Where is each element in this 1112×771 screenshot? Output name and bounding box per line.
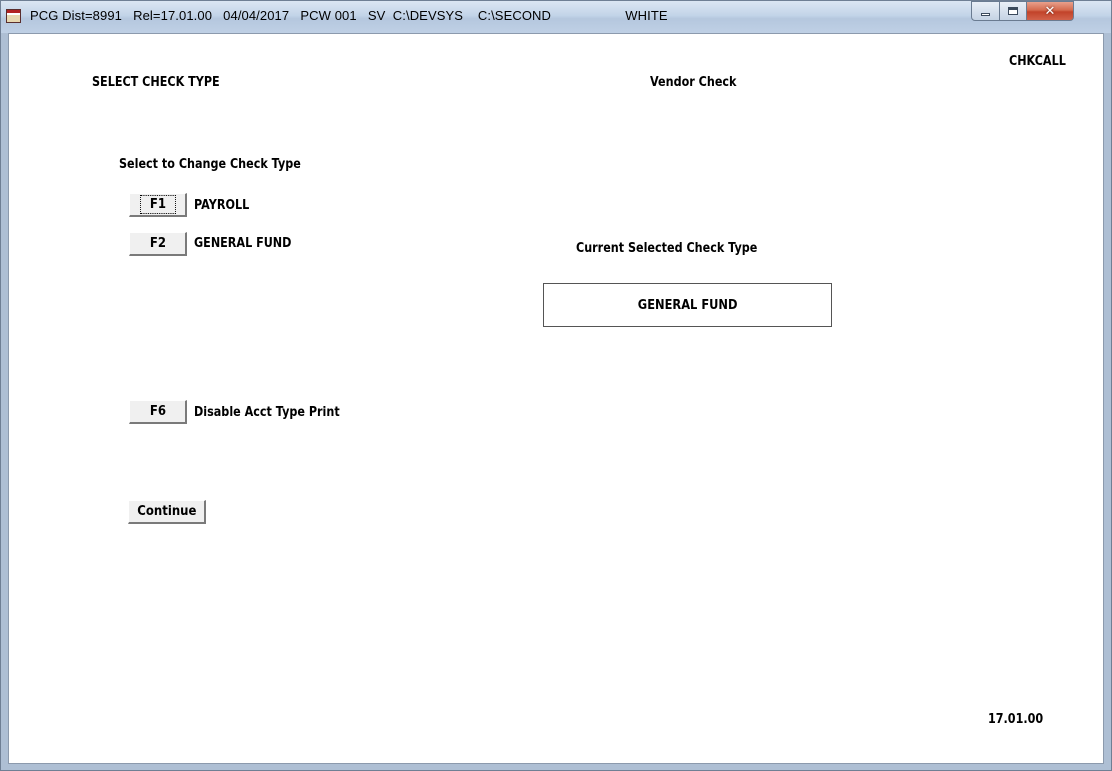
program-id: CHKCALL: [1009, 54, 1066, 69]
disable-acct-type-label: Disable Acct Type Print: [194, 405, 340, 420]
f2-button[interactable]: F2: [129, 232, 187, 256]
title-bar[interactable]: PCG Dist=8991 Rel=17.01.00 04/04/2017 PC…: [1, 1, 1111, 33]
application-window: PCG Dist=8991 Rel=17.01.00 04/04/2017 PC…: [0, 0, 1112, 771]
current-type-label: Current Selected Check Type: [576, 241, 758, 256]
screen-heading: SELECT CHECK TYPE: [92, 75, 220, 90]
window-title: PCG Dist=8991 Rel=17.01.00 04/04/2017 PC…: [30, 8, 668, 23]
continue-button[interactable]: Continue: [128, 500, 206, 524]
form-area: SELECT CHECK TYPE Vendor Check CHKCALL S…: [8, 33, 1104, 764]
current-type-display: GENERAL FUND: [543, 283, 832, 327]
f2-key-label: F2: [149, 236, 166, 251]
minimize-button[interactable]: [971, 1, 1000, 21]
payroll-label: PAYROLL: [194, 198, 250, 213]
minimize-icon: [981, 13, 990, 16]
current-type-value: GENERAL FUND: [637, 297, 738, 313]
caption-buttons: ✕: [971, 1, 1074, 21]
continue-label: Continue: [136, 504, 197, 519]
f6-key-label: F6: [149, 404, 166, 419]
app-icon[interactable]: [6, 9, 21, 23]
close-button[interactable]: ✕: [1027, 1, 1074, 21]
f6-button[interactable]: F6: [129, 400, 187, 424]
instruction-label: Select to Change Check Type: [119, 157, 301, 172]
maximize-button[interactable]: [1000, 1, 1027, 21]
version-label: 17.01.00: [988, 712, 1044, 727]
check-mode-label: Vendor Check: [650, 75, 737, 90]
close-icon: ✕: [1044, 3, 1056, 19]
f1-key-label: F1: [139, 195, 176, 214]
maximize-icon: [1008, 7, 1018, 15]
general-fund-label: GENERAL FUND: [194, 236, 292, 251]
f1-button[interactable]: F1: [129, 193, 187, 217]
